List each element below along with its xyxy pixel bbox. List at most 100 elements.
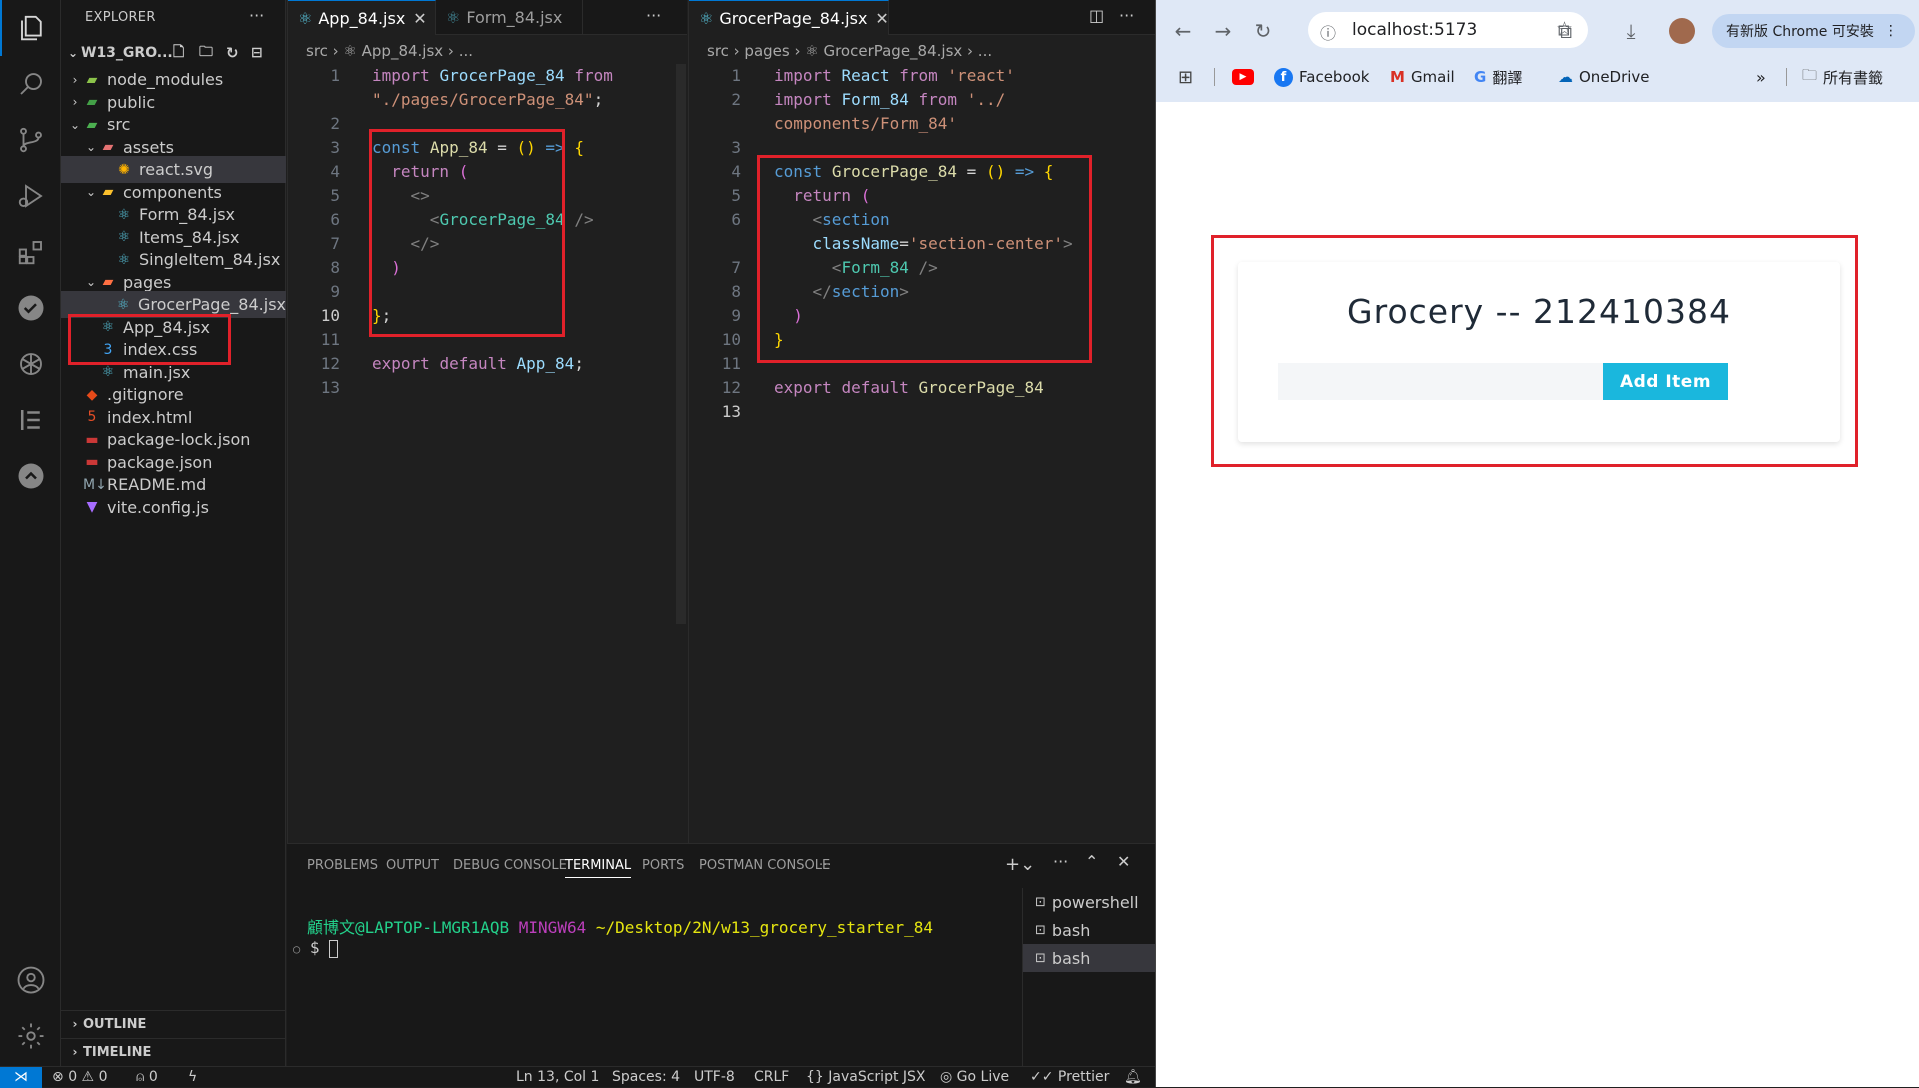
bookmark-onedrive[interactable]: ☁ OneDrive (1558, 64, 1650, 90)
split-editor-icon[interactable]: ◫ (1089, 6, 1104, 25)
more-actions-icon[interactable]: ··· (249, 6, 264, 25)
download-icon[interactable]: ⤓ (1616, 16, 1646, 46)
more-actions-icon[interactable]: ··· (1119, 6, 1134, 25)
extensions-icon[interactable] (0, 224, 61, 280)
tab-grocerpage-84[interactable]: ⚛ GrocerPage_84.jsx ✕ (689, 0, 889, 35)
terminal-item-bash-2[interactable]: ⊡ bash (1023, 944, 1155, 972)
folder-node-icon: ▰ (86, 71, 98, 88)
terminal-name: bash (1051, 920, 1091, 940)
bookmark-gmail[interactable]: M Gmail (1390, 64, 1455, 90)
terminal-item-bash-1[interactable]: ⊡ bash (1023, 916, 1155, 944)
remote-indicator-icon[interactable]: ⋊ (0, 1067, 42, 1088)
new-terminal-icon[interactable]: +⌄ (1005, 854, 1035, 875)
apps-grid-icon[interactable]: ⊞ (1178, 64, 1193, 90)
bookmark-facebook[interactable]: f Facebook (1274, 64, 1369, 90)
tree-item[interactable]: ▼ vite.config.js (61, 494, 286, 521)
scrollbar[interactable] (676, 64, 686, 624)
ports-indicator[interactable]: ⍝ 0 (136, 1067, 158, 1088)
prettier-button[interactable]: ✓✓ Prettier (1030, 1067, 1109, 1088)
line-number: 3 (330, 138, 340, 157)
outline-list-icon[interactable] (0, 392, 61, 448)
tab-label: App_84.jsx (318, 8, 406, 28)
tab-app-84[interactable]: ⚛ App_84.jsx ✕ (288, 0, 436, 35)
project-root[interactable]: ⌄ W13_GRO... 🗋 🗀 ↻ ⊟ (61, 39, 286, 66)
profile-avatar[interactable] (1669, 18, 1695, 44)
chrome-update-button[interactable]: 有新版 Chrome 可安裝 ⋮ (1712, 14, 1915, 48)
go-live-button[interactable]: ◎ Go Live (940, 1067, 1009, 1088)
project-name: W13_GRO... (81, 44, 173, 61)
highlight-box-browser (1211, 235, 1858, 467)
problems-indicator[interactable]: ⊗ 0 ⚠ 0 (52, 1067, 107, 1088)
close-panel-icon[interactable]: ✕ (1117, 852, 1130, 871)
line-number: 4 (330, 162, 340, 181)
code-line: "./pages/GrocerPage_84"; (372, 90, 604, 109)
close-icon[interactable]: ✕ (875, 9, 888, 28)
line-number: 12 (320, 354, 340, 373)
terminal-input-line[interactable]: ○ $ (293, 938, 339, 958)
panel-tab[interactable]: PORTS (642, 858, 684, 873)
settings-gear-icon[interactable] (0, 1008, 61, 1064)
all-bookmarks-label: 所有書籤 (1823, 68, 1884, 87)
encoding[interactable]: UTF-8 (694, 1067, 735, 1088)
address-bar[interactable]: ⓘ localhost:5173 ☆ (1308, 12, 1588, 48)
tab-label: GrocerPage_84.jsx (719, 8, 868, 28)
line-number: 6 (330, 210, 340, 229)
panel-tab[interactable]: PROBLEMS (307, 858, 378, 873)
react-icon: ⚛ (117, 206, 131, 223)
timeline-section[interactable]: › TIMELINE (61, 1038, 286, 1065)
accounts-icon[interactable] (0, 952, 61, 1008)
language-mode[interactable]: {} JavaScript JSX (806, 1067, 926, 1088)
panel-tab[interactable]: DEBUG CONSOLE (453, 858, 567, 873)
openai-icon[interactable] (0, 336, 61, 392)
new-file-icon[interactable]: 🗋 (173, 41, 184, 65)
run-debug-icon[interactable] (0, 168, 61, 224)
new-folder-icon[interactable]: 🗀 (199, 41, 213, 65)
terminal-icon: ⊡ (1035, 950, 1046, 966)
tree-item-label: package.json (107, 452, 213, 472)
outline-section[interactable]: › OUTLINE (61, 1010, 286, 1037)
bookmark-translate[interactable]: G 翻譯 (1474, 64, 1522, 90)
forward-arrow-icon[interactable]: → (1208, 16, 1238, 46)
line-number: 11 (721, 354, 741, 373)
explorer-icon[interactable] (0, 0, 61, 56)
chevron-icon: ⌄ (85, 140, 97, 154)
terminal-item-powershell[interactable]: ⊡ powershell (1023, 888, 1155, 916)
chevron-icon: › (72, 72, 78, 87)
end-of-line[interactable]: CRLF (754, 1067, 789, 1088)
notifications-bell-icon[interactable]: 🔔︎ (1124, 1067, 1142, 1088)
outline-label: OUTLINE (83, 1016, 147, 1032)
youtube-bookmark[interactable]: ▶ (1232, 64, 1254, 90)
search-icon[interactable] (0, 56, 61, 112)
tree-item-label: public (107, 92, 156, 112)
reload-icon[interactable]: ↻ (1248, 16, 1278, 46)
source-control-icon[interactable] (0, 112, 61, 168)
cursor-position[interactable]: Ln 13, Col 1 (516, 1067, 599, 1088)
maximize-panel-icon[interactable]: ⌃ (1085, 852, 1098, 871)
indentation[interactable]: Spaces: 4 (612, 1067, 680, 1088)
more-actions-icon[interactable]: ··· (646, 6, 661, 25)
line-number: 6 (731, 210, 741, 229)
site-info-icon[interactable]: ⓘ (1320, 20, 1336, 44)
all-bookmarks-folder[interactable]: 🗀 所有書籤 (1802, 64, 1883, 90)
remote-explorer-icon[interactable] (0, 448, 61, 504)
code-line: import Form_84 from '../ (774, 90, 1006, 109)
panel-tab[interactable]: TERMINAL (565, 858, 632, 878)
refresh-icon[interactable]: ↻ (226, 44, 239, 62)
more-bookmarks-icon[interactable]: » (1756, 64, 1766, 90)
back-arrow-icon[interactable]: ← (1168, 16, 1198, 46)
code-line: import GrocerPage_84 from (372, 66, 613, 85)
tree-item-label: assets (123, 137, 174, 157)
chevron-icon: › (72, 95, 78, 109)
language-label: JavaScript JSX (828, 1069, 926, 1085)
close-icon[interactable]: ✕ (413, 9, 426, 28)
tree-item-label: SingleItem_84.jsx (139, 250, 281, 269)
more-tabs-icon[interactable]: ··· (819, 858, 831, 873)
tab-form-84[interactable]: ⚛ Form_84.jsx (436, 0, 583, 35)
more-actions-icon[interactable]: ··· (1053, 852, 1068, 871)
lightning-icon[interactable]: ϟ (188, 1067, 197, 1088)
testing-check-icon[interactable] (0, 280, 61, 336)
collapse-all-icon[interactable]: ⊟ (251, 45, 263, 61)
panel-tab[interactable]: POSTMAN CONSOLE (699, 858, 830, 873)
panel-tab[interactable]: OUTPUT (386, 858, 439, 873)
extensions-puzzle-icon[interactable]: ⧉ (1550, 16, 1580, 46)
